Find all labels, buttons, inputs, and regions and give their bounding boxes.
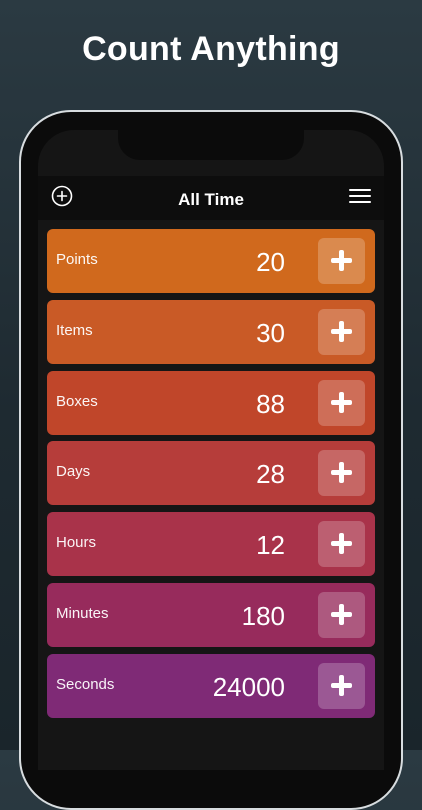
counter-value: 20 <box>256 247 285 277</box>
counter-label: Minutes <box>56 604 109 622</box>
hamburger-menu-icon[interactable] <box>349 188 371 204</box>
increment-button[interactable] <box>318 238 365 284</box>
counter-row-hours[interactable]: Hours 12 <box>47 512 375 577</box>
counter-row-seconds[interactable]: Seconds 24000 <box>47 653 375 718</box>
plus-icon <box>339 462 344 484</box>
counter-label: Hours <box>56 534 97 552</box>
plus-icon <box>339 603 344 625</box>
increment-button[interactable] <box>318 379 365 426</box>
counter-row-minutes[interactable]: Minutes 180 <box>47 582 375 647</box>
counter-row-boxes[interactable]: Boxes 88 <box>47 370 375 435</box>
increment-button[interactable] <box>318 591 365 638</box>
counter-label: Boxes <box>56 392 98 410</box>
counter-label: Items <box>56 321 93 339</box>
increment-button[interactable] <box>318 662 365 709</box>
counter-label: Points <box>56 251 98 268</box>
counter-list: Points 20 Items 30 Boxes 88 Days 28 Hour… <box>47 229 375 725</box>
counter-row-items[interactable]: Items 30 <box>47 299 375 364</box>
plus-icon <box>339 250 344 271</box>
counter-value: 88 <box>256 388 285 419</box>
counter-value: 12 <box>256 530 285 561</box>
increment-button[interactable] <box>318 308 365 355</box>
headline: Count Anything <box>82 30 340 68</box>
counter-value: 24000 <box>212 671 285 702</box>
counter-value: 28 <box>256 459 285 490</box>
plus-icon <box>339 533 344 555</box>
plus-icon <box>339 320 344 342</box>
nav-title: All Time <box>178 190 244 209</box>
counter-value: 180 <box>241 600 285 631</box>
counter-label: Seconds <box>56 675 115 693</box>
phone-notch <box>118 130 304 160</box>
plus-icon <box>339 674 344 696</box>
counter-row-points[interactable]: Points 20 <box>47 229 375 293</box>
counter-label: Days <box>56 463 91 481</box>
counter-row-days[interactable]: Days 28 <box>47 441 375 506</box>
increment-button[interactable] <box>318 521 365 568</box>
plus-icon <box>339 391 344 413</box>
counter-value: 30 <box>256 317 285 348</box>
increment-button[interactable] <box>318 450 365 497</box>
